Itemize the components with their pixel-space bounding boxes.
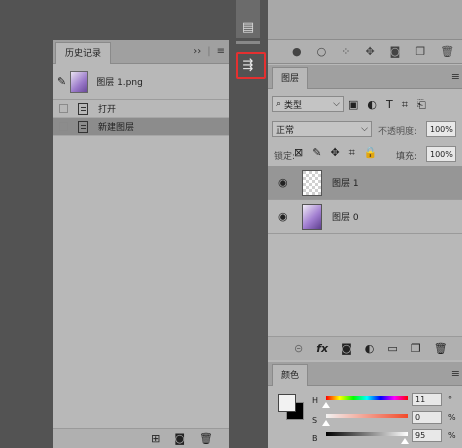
lock-all-icon[interactable]: 🔒 <box>364 146 378 160</box>
filter-kind-label: 类型 <box>284 100 303 111</box>
layer-thumbnail <box>302 169 322 196</box>
history-panel-header: 历史记录 ›› | ≡ <box>53 40 229 64</box>
snapshot-thumbnail <box>70 70 89 93</box>
new-document-from-state-icon[interactable]: ⊞ <box>151 432 160 445</box>
hue-slider-handle[interactable] <box>322 402 330 408</box>
history-footer: ⊞ ◙ 🗑 <box>53 428 229 448</box>
smartobject-filter-icon[interactable]: ⎗ <box>417 98 426 112</box>
link-icon[interactable]: ⊝ <box>294 342 303 355</box>
document-icon <box>78 102 88 115</box>
trash-icon[interactable]: 🗑 <box>440 45 454 58</box>
history-item-new-layer[interactable]: 新建图层 <box>53 118 229 136</box>
panel-menu-icon[interactable]: ≡ <box>217 46 225 57</box>
layers-panel-header: 图层 ≡ <box>268 65 462 89</box>
saturation-label: S <box>312 416 318 425</box>
panel-menu-icon[interactable]: ≡ <box>451 70 460 83</box>
trash-icon[interactable]: 🗑 <box>199 432 213 445</box>
search-icon: ⌕ <box>276 99 282 109</box>
saturation-unit: % <box>448 413 456 422</box>
camera-icon[interactable]: ◙ <box>390 45 401 58</box>
tab-layers[interactable]: 图层 <box>272 67 309 89</box>
blend-mode-value: 正常 <box>276 125 295 136</box>
lock-transparent-icon[interactable]: ⊠ <box>294 146 303 160</box>
history-snapshot[interactable]: ✎ 图层 1.png <box>53 64 229 100</box>
blend-mode-select[interactable]: 正常 ⌵ <box>272 121 372 137</box>
circle-icon[interactable]: ○ <box>317 45 327 58</box>
snapshot-label: 图层 1.png <box>96 78 143 88</box>
mask-icon[interactable]: ◙ <box>341 342 352 355</box>
chevron-down-icon: ⌵ <box>361 124 368 134</box>
lock-label: 锁定: <box>274 152 296 162</box>
lock-paint-icon[interactable]: ✎ <box>312 146 321 160</box>
history-item-open[interactable]: 打开 <box>53 100 229 118</box>
brightness-slider-handle[interactable] <box>401 438 409 444</box>
camera-icon[interactable]: ◙ <box>174 432 185 445</box>
folder-icon[interactable]: ▭ <box>387 342 397 355</box>
lock-artboard-icon[interactable]: ⌗ <box>349 146 355 160</box>
opacity-value: 100% <box>430 124 453 134</box>
document-icon <box>78 120 88 133</box>
hue-label: H <box>312 396 319 405</box>
new-layer-icon[interactable]: ❐ <box>415 45 425 58</box>
panel-menu-icon[interactable]: ≡ <box>451 367 460 380</box>
circle-filled-icon[interactable]: ● <box>292 45 302 58</box>
brightness-slider[interactable] <box>326 432 408 436</box>
layer-name[interactable]: 图层 0 <box>332 210 359 223</box>
fill-value: 100% <box>430 149 453 159</box>
adjustment-layer-icon[interactable]: ◐ <box>365 342 375 355</box>
lock-icons: ⊠ ✎ ✥ ⌗ 🔒 <box>294 146 378 160</box>
saturation-input[interactable]: 0 <box>412 411 442 424</box>
history-panel: 历史记录 ›› | ≡ ✎ 图层 1.png 打开 新建图层 ⊞ ◙ 🗑 <box>53 40 229 448</box>
layer-filter-select[interactable]: ⌕ 类型 ⌵ <box>272 96 344 112</box>
hue-input[interactable]: 11 <box>412 393 442 406</box>
lock-move-icon[interactable]: ✥ <box>330 146 339 160</box>
layer-row[interactable]: ◉ 图层 0 <box>268 200 462 234</box>
history-source-checkbox[interactable] <box>59 104 68 113</box>
tab-color[interactable]: 颜色 <box>272 364 309 386</box>
layer-name[interactable]: 图层 1 <box>332 176 359 189</box>
move-icon[interactable]: ✥ <box>365 45 374 58</box>
saturation-slider[interactable] <box>326 414 408 418</box>
eye-icon[interactable]: ◉ <box>278 176 294 189</box>
collapse-icon[interactable]: ›› <box>193 46 201 57</box>
layer-thumbnail <box>302 203 322 230</box>
saturation-slider-handle[interactable] <box>322 420 330 426</box>
divider: | <box>207 46 211 57</box>
dotted-circle-icon[interactable]: ⁘ <box>341 45 350 58</box>
hue-unit: ° <box>448 395 452 404</box>
tab-history[interactable]: 历史记录 <box>55 42 112 64</box>
opacity-input[interactable]: 100% <box>426 121 456 137</box>
history-item-label: 新建图层 <box>98 123 135 133</box>
highlight-box <box>236 52 266 79</box>
eye-icon[interactable]: ◉ <box>278 210 294 223</box>
right-panel-column: ● ○ ⁘ ✥ ◙ ❐ 🗑 图层 ≡ ⌕ 类型 ⌵ ▣ ◐ T ⌗ ⎗ 正常 ⌵… <box>268 0 462 448</box>
chevron-down-icon: ⌵ <box>333 99 340 109</box>
panel-toolbar: ● ○ ⁘ ✥ ◙ ❐ 🗑 <box>268 40 462 64</box>
history-item-label: 打开 <box>98 105 117 115</box>
fill-label: 填充: <box>396 152 418 162</box>
layer-filter-icons: ▣ ◐ T ⌗ ⎗ <box>348 98 426 112</box>
brightness-label: B <box>312 434 318 443</box>
new-layer-icon[interactable]: ❐ <box>411 342 421 355</box>
adjustment-filter-icon[interactable]: ◐ <box>367 98 377 112</box>
brightness-unit: % <box>448 431 456 440</box>
text-filter-icon[interactable]: T <box>386 98 393 112</box>
color-panel-header: 颜色 ≡ <box>268 362 462 386</box>
history-source-checkbox[interactable] <box>59 122 68 131</box>
hue-slider[interactable] <box>326 396 408 400</box>
dock-grip[interactable] <box>236 41 260 44</box>
properties-panel-icon[interactable]: ▤ <box>238 18 258 36</box>
image-filter-icon[interactable]: ▣ <box>348 98 358 112</box>
layer-row[interactable]: ◉ 图层 1 <box>268 166 462 200</box>
fx-icon[interactable]: fx <box>316 342 328 355</box>
fill-input[interactable]: 100% <box>426 146 456 162</box>
trash-icon[interactable]: 🗑 <box>434 342 448 355</box>
history-brush-icon[interactable]: ✎ <box>57 75 66 88</box>
brightness-input[interactable]: 95 <box>412 429 442 442</box>
foreground-color-swatch[interactable] <box>278 394 296 412</box>
panel-top-empty <box>268 0 462 40</box>
opacity-label: 不透明度: <box>378 127 418 137</box>
layers-footer: ⊝ fx ◙ ◐ ▭ ❐ 🗑 <box>268 336 462 360</box>
shape-filter-icon[interactable]: ⌗ <box>402 98 408 112</box>
